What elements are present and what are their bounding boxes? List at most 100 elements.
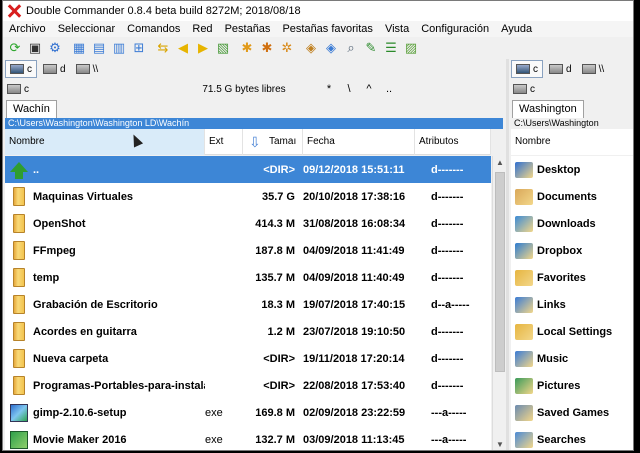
unpack-button[interactable]: ◈	[322, 39, 340, 57]
multi-rename-button[interactable]: ☰	[382, 39, 400, 57]
right-file-list: Desktop Documents Downloads Dropbox Favorite…	[511, 156, 633, 450]
menu-red[interactable]: Red	[186, 21, 218, 37]
table-row[interactable]: Maquinas Virtuales 35.7 G 20/10/2018 17:38…	[5, 183, 491, 210]
folder-name: Documents	[537, 190, 597, 203]
nav-root-button[interactable]: \	[339, 83, 359, 95]
brief-view-button[interactable]: ▦	[70, 39, 88, 57]
table-row[interactable]: Programas-Portables-para-instalar <DIR> 22…	[5, 372, 491, 399]
list-item[interactable]: Music	[511, 345, 633, 372]
file-size: 169.8 M	[255, 406, 295, 419]
list-item[interactable]: Documents	[511, 183, 633, 210]
right-current-drive[interactable]: c	[530, 84, 535, 95]
full-view-button[interactable]: ▤	[90, 39, 108, 57]
terminal-icon: ▣	[28, 40, 42, 55]
table-row[interactable]: Grabación de Escritorio 18.3 M 19/07/2018 …	[5, 291, 491, 318]
drive-button[interactable]: c	[511, 60, 543, 78]
unselect-group-button[interactable]: ✱	[258, 39, 276, 57]
nav-favorites-button[interactable]: *	[319, 83, 339, 95]
list-item[interactable]: Favorites	[511, 264, 633, 291]
search-button[interactable]: ⌕	[342, 39, 360, 57]
menu-ayuda[interactable]: Ayuda	[495, 21, 538, 37]
drive-button[interactable]: d	[545, 60, 576, 78]
column-size[interactable]: ⇩ Tamaı	[243, 128, 303, 155]
drive-button[interactable]: d	[39, 60, 70, 78]
drive-button[interactable]: \\	[578, 60, 609, 78]
column-date[interactable]: Fecha	[303, 128, 415, 155]
file-date: 31/08/2018 16:08:34	[303, 217, 406, 230]
drive-icon	[75, 64, 90, 74]
menu-seleccionar[interactable]: Seleccionar	[52, 21, 121, 37]
file-size: <DIR>	[263, 163, 295, 176]
menu-comandos[interactable]: Comandos	[121, 21, 186, 37]
drive-icon	[516, 64, 530, 74]
file-attributes: d--a-----	[431, 298, 470, 311]
table-row[interactable]: OpenShot 414.3 M 31/08/2018 16:08:34 d-----…	[5, 210, 491, 237]
left-path-bar[interactable]: C:\Users\Washington\Washington LD\Wachín	[5, 118, 503, 129]
list-item[interactable]: Searches	[511, 426, 633, 450]
nav-up-button[interactable]: ^	[359, 83, 379, 95]
list-item[interactable]: Dropbox	[511, 237, 633, 264]
nav-parent-button[interactable]: ..	[379, 83, 399, 95]
compare-button[interactable]: ▧	[214, 39, 232, 57]
scroll-up-icon[interactable]: ▲	[493, 156, 507, 170]
column-name[interactable]: Nombre	[511, 129, 633, 155]
table-row[interactable]: gimp-2.10.6-setup exe 169.8 M 02/09/2018 23…	[5, 399, 491, 426]
list-item[interactable]: Saved Games	[511, 399, 633, 426]
sync-dirs-button[interactable]: ⇆	[154, 39, 172, 57]
column-name[interactable]: Nombre	[5, 128, 205, 155]
tree-view-button[interactable]: ⊞	[130, 39, 148, 57]
left-scrollbar[interactable]: ▲ ▼	[492, 156, 507, 450]
column-attr[interactable]: Atributos	[415, 128, 491, 155]
column-ext[interactable]: Ext	[205, 128, 243, 155]
refresh-button[interactable]: ⟳	[6, 39, 24, 57]
file-icon-cell	[511, 291, 537, 318]
tab-wachin[interactable]: Wachín	[6, 100, 57, 118]
drive-button[interactable]: \\	[72, 60, 103, 78]
copy-right-button[interactable]: ▶	[194, 39, 212, 57]
app-logo-icon	[7, 4, 21, 18]
scroll-down-icon[interactable]: ▼	[493, 438, 507, 450]
right-drive-bar: c d \\	[509, 59, 633, 79]
left-current-drive[interactable]: c	[24, 84, 29, 95]
menu-pestanas-favoritas[interactable]: Pestañas favoritas	[276, 21, 379, 37]
table-row[interactable]: Movie Maker 2016 exe 132.7 M 03/09/2018 11:…	[5, 426, 491, 450]
list-item[interactable]: Links	[511, 291, 633, 318]
drive-icon	[43, 64, 57, 74]
pack-button[interactable]: ◈	[302, 39, 320, 57]
folder-icon	[13, 295, 25, 314]
list-item[interactable]: Pictures	[511, 372, 633, 399]
copy-left-button[interactable]: ◀	[174, 39, 192, 57]
file-date: 22/08/2018 17:53:40	[303, 379, 406, 392]
right-path-bar[interactable]: C:\Users\Washington	[511, 118, 633, 129]
invert-selection-button[interactable]: ✲	[278, 39, 296, 57]
select-group-icon: ✱	[241, 40, 253, 55]
menu-configuracion[interactable]: Configuración	[415, 21, 495, 37]
list-item[interactable]: Downloads	[511, 210, 633, 237]
panel-splitter[interactable]	[506, 59, 509, 450]
table-row[interactable]: Acordes en guitarra 1.2 M 23/07/2018 19:10…	[5, 318, 491, 345]
menu-archivo[interactable]: Archivo	[3, 21, 52, 37]
list-item[interactable]: Local Settings	[511, 318, 633, 345]
rename-button[interactable]: ✎	[362, 39, 380, 57]
menu-vista[interactable]: Vista	[379, 21, 415, 37]
table-row[interactable]: .. <DIR> 09/12/2018 15:51:11 d-------	[5, 156, 491, 183]
special-folder-icon	[515, 215, 533, 232]
file-icon-cell	[5, 237, 33, 264]
scroll-thumb[interactable]	[495, 172, 505, 372]
select-group-button[interactable]: ✱	[238, 39, 256, 57]
terminal-button[interactable]: ▣	[26, 39, 44, 57]
drive-icon	[513, 84, 527, 94]
edit-button[interactable]: ▨	[402, 39, 420, 57]
table-row[interactable]: temp 135.7 M 04/09/2018 11:40:49 d-------	[5, 264, 491, 291]
table-row[interactable]: Nueva carpeta <DIR> 19/11/2018 17:20:14 d--…	[5, 345, 491, 372]
table-row[interactable]: FFmpeg 187.8 M 04/09/2018 11:41:49 d-------	[5, 237, 491, 264]
file-icon-cell	[5, 399, 33, 426]
invert-selection-icon: ✲	[281, 40, 293, 55]
folder-name: Favorites	[537, 271, 586, 284]
drive-button[interactable]: c	[5, 60, 37, 78]
menu-pestanas[interactable]: Pestañas	[219, 21, 277, 37]
thumbnails-button[interactable]: ▥	[110, 39, 128, 57]
list-item[interactable]: Desktop	[511, 156, 633, 183]
tab-washington[interactable]: Washington	[512, 100, 584, 118]
options-button[interactable]: ⚙	[46, 39, 64, 57]
